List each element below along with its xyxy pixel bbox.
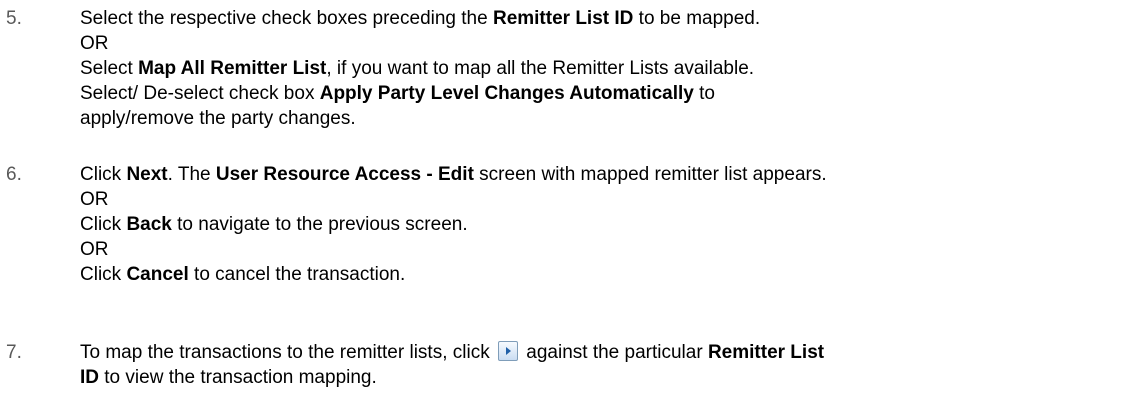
bold-term: Remitter List bbox=[707, 342, 825, 363]
text: Select the respective check boxes preced… bbox=[80, 8, 493, 29]
step-line: Select/ De-select check box Apply Party … bbox=[80, 81, 1130, 106]
text: Select bbox=[80, 58, 139, 79]
bold-term: Apply Party Level Changes Automatically bbox=[319, 83, 694, 104]
text: Click bbox=[80, 214, 127, 235]
text: to be mapped. bbox=[633, 8, 761, 29]
step-line: Click Next. The User Resource Access - E… bbox=[80, 162, 1130, 187]
text: To map the transactions to the remitter … bbox=[80, 342, 495, 363]
step-body: To map the transactions to the remitter … bbox=[80, 340, 1130, 390]
text: OR bbox=[80, 33, 109, 54]
step-line: Select the respective check boxes preced… bbox=[80, 6, 1130, 31]
step-line: OR bbox=[80, 237, 1130, 262]
text: , if you want to map all the Remitter Li… bbox=[326, 58, 755, 79]
text: screen with mapped remitter list appears… bbox=[473, 164, 827, 185]
bold-term: User Resource Access - Edit bbox=[215, 164, 474, 185]
text: to bbox=[693, 83, 715, 104]
view-mapping-icon[interactable] bbox=[498, 341, 518, 361]
bold-term: Map All Remitter List bbox=[138, 58, 327, 79]
step-number: 6. bbox=[6, 164, 22, 185]
text: to view the transaction mapping. bbox=[99, 367, 377, 388]
text: . The bbox=[167, 164, 216, 185]
text: Click bbox=[80, 264, 127, 285]
text: to cancel the transaction. bbox=[188, 264, 406, 285]
step-line: OR bbox=[80, 31, 1130, 56]
bold-term: ID bbox=[80, 367, 99, 388]
text: to navigate to the previous screen. bbox=[171, 214, 468, 235]
bold-term: Cancel bbox=[126, 264, 189, 285]
step-line: Select Map All Remitter List, if you wan… bbox=[80, 56, 1130, 81]
text: OR bbox=[80, 239, 109, 260]
step-line: To map the transactions to the remitter … bbox=[80, 340, 1130, 365]
bold-term: Next bbox=[126, 164, 168, 185]
step-number: 7. bbox=[6, 342, 22, 363]
step-number: 5. bbox=[6, 8, 22, 29]
step-line: apply/remove the party changes. bbox=[80, 106, 1130, 131]
step-body: Click Next. The User Resource Access - E… bbox=[80, 162, 1130, 287]
step-line: OR bbox=[80, 187, 1130, 212]
step-line: Click Back to navigate to the previous s… bbox=[80, 212, 1130, 237]
text: Select/ De-select check box bbox=[80, 83, 320, 104]
text: Click bbox=[80, 164, 127, 185]
bold-term: Back bbox=[126, 214, 172, 235]
text: against the particular bbox=[521, 342, 708, 363]
step-line: Click Cancel to cancel the transaction. bbox=[80, 262, 1130, 287]
bold-term: Remitter List ID bbox=[492, 8, 634, 29]
step-line: ID to view the transaction mapping. bbox=[80, 365, 1130, 390]
text: OR bbox=[80, 189, 109, 210]
step-body: Select the respective check boxes preced… bbox=[80, 6, 1130, 131]
text: apply/remove the party changes. bbox=[80, 108, 356, 129]
